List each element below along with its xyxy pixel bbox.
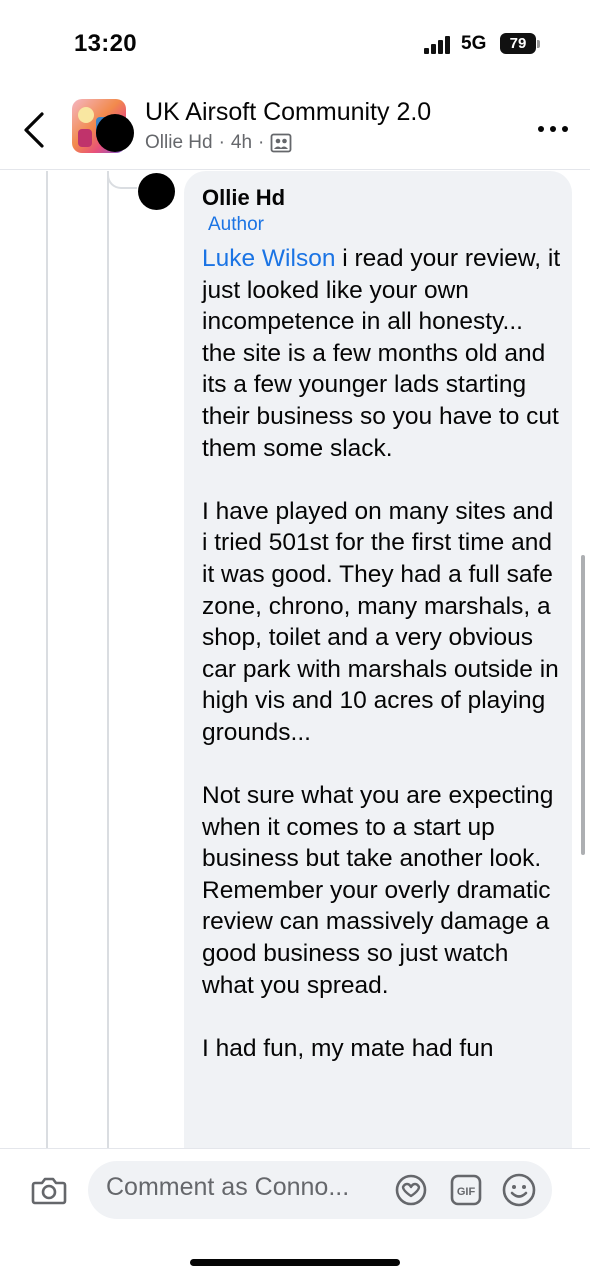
commenter-avatar[interactable] [138,173,175,210]
post-age: 4h [230,132,253,153]
reply-connector [107,171,137,189]
comment-text: Luke Wilson i read your review, it just … [202,243,562,1064]
sticker-icon[interactable] [394,1173,428,1207]
comment-input-placeholder[interactable]: Comment as Conno... [106,1173,349,1202]
scrollbar[interactable] [581,555,585,855]
home-indicator[interactable] [190,1259,400,1266]
post-meta: Ollie Hd · 4h · [145,132,292,154]
mention-link[interactable]: Luke Wilson [202,245,335,272]
status-time: 13:20 [74,30,137,57]
comment-composer: Comment as Conno... GIF [0,1148,590,1278]
comment-bubble: Ollie Hd Author Luke Wilson i read your … [184,171,572,1148]
comment-paragraph: I have played on many sites and i tried … [202,497,559,746]
status-bar: 13:20 5G 79 [0,0,590,88]
comment-thread: Ollie Hd Author Luke Wilson i read your … [0,171,590,1148]
comment-paragraph: I had fun, my mate had fun [202,1034,494,1062]
meta-separator: · [218,132,225,153]
more-options-icon[interactable] [536,124,570,134]
camera-icon[interactable] [30,1171,68,1209]
comment-paragraph: Not sure what you are expecting when it … [202,782,554,999]
group-name[interactable]: UK Airsoft Community 2.0 [145,98,431,127]
signal-strength-icon [424,36,452,54]
author-badge: Author [208,214,264,235]
group-members-icon [270,133,292,153]
thread-line [46,171,48,1148]
chevron-left-icon[interactable] [18,110,52,150]
meta-separator: · [258,132,265,153]
poster-name[interactable]: Ollie Hd [145,132,213,154]
gif-icon[interactable]: GIF [449,1173,483,1207]
poster-avatar[interactable] [96,114,134,152]
comment-paragraph: Luke Wilson i read your review, it just … [202,243,562,464]
battery-cap [537,40,540,48]
emoji-icon[interactable] [501,1172,537,1208]
svg-text:GIF: GIF [457,1186,476,1198]
thread-line [107,171,109,1148]
post-header: UK Airsoft Community 2.0 Ollie Hd · 4h · [0,88,590,170]
comment-paragraph-text: i read your review, it just looked like … [202,245,561,462]
comment-author[interactable]: Ollie Hd [202,183,562,213]
network-type: 5G [461,33,487,54]
battery-icon: 79 [500,33,536,54]
